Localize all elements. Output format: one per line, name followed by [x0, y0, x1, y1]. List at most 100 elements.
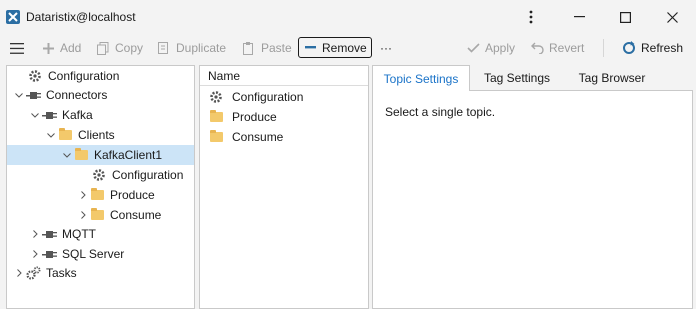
hamburger-menu-button[interactable] — [10, 36, 24, 60]
folder-icon — [208, 129, 224, 145]
tab-content-panel: Select a single topic. — [372, 90, 693, 309]
tree-item-mqtt[interactable]: MQTT — [7, 224, 194, 244]
toolbar: Add Copy Duplicate Paste Remove ··· Appl… — [0, 36, 696, 60]
tree-item-connectors[interactable]: Connectors — [7, 85, 194, 105]
gears-icon — [25, 265, 41, 281]
toolbar-divider — [603, 39, 604, 57]
tree-item-clients[interactable]: Clients — [7, 125, 194, 145]
list-item[interactable]: Configuration — [208, 87, 303, 107]
tree-item-label: MQTT — [62, 227, 96, 241]
copy-label: Copy — [115, 41, 144, 55]
window-title: Dataristix@localhost — [26, 10, 136, 24]
plug-icon — [41, 107, 57, 123]
tree-item-consume[interactable]: Consume — [7, 205, 194, 225]
chevron-down-icon[interactable] — [45, 129, 57, 141]
paste-button[interactable]: Paste — [242, 36, 292, 60]
kebab-menu-icon[interactable] — [518, 6, 544, 28]
app-logo-icon — [6, 10, 20, 24]
tree-item-label: KafkaClient1 — [94, 148, 163, 162]
paste-label: Paste — [261, 41, 292, 55]
paste-icon — [242, 41, 256, 55]
tree-item-label: Clients — [78, 128, 115, 142]
tree-item-tasks[interactable]: Tasks — [7, 263, 194, 283]
refresh-icon — [622, 41, 636, 55]
gear-icon — [208, 89, 224, 105]
refresh-button[interactable]: Refresh — [622, 36, 683, 60]
tab-topic-settings[interactable]: Topic Settings — [372, 65, 470, 91]
tree-item-configuration[interactable]: Configuration — [7, 66, 194, 86]
column-header-label: Name — [208, 68, 241, 83]
tree-item-produce[interactable]: Produce — [7, 185, 194, 205]
tree-item-kafkaclient1[interactable]: KafkaClient1 — [7, 145, 194, 165]
empty-state-message: Select a single topic. — [385, 105, 496, 119]
tree-item-sql-server[interactable]: SQL Server — [7, 244, 194, 264]
duplicate-button[interactable]: Duplicate — [157, 36, 226, 60]
tree-item-label: Produce — [110, 188, 155, 202]
gear-icon — [27, 68, 43, 84]
more-label: ··· — [380, 41, 392, 55]
duplicate-label: Duplicate — [176, 41, 227, 55]
remove-label: Remove — [322, 40, 367, 55]
title-bar: Dataristix@localhost — [0, 0, 696, 34]
duplicate-icon — [157, 41, 171, 55]
plug-icon — [25, 87, 41, 103]
add-label: Add — [60, 41, 82, 55]
tree-item-label: Connectors — [46, 88, 108, 102]
chevron-right-icon[interactable] — [29, 228, 41, 240]
add-button[interactable]: Add — [41, 36, 81, 60]
refresh-label: Refresh — [641, 41, 684, 55]
tree-item-label: Configuration — [112, 168, 184, 182]
copy-icon — [96, 41, 110, 55]
item-list: Name Configuration Produce Consume — [199, 65, 369, 309]
tree-item-kafka[interactable]: Kafka — [7, 105, 194, 125]
chevron-right-icon[interactable] — [13, 267, 25, 279]
tree-item-client-configuration[interactable]: Configuration — [7, 165, 194, 185]
tree-item-label: Kafka — [62, 108, 93, 122]
minus-icon — [303, 41, 317, 55]
copy-button[interactable]: Copy — [96, 36, 143, 60]
hamburger-icon — [10, 41, 24, 55]
list-item-label: Configuration — [232, 90, 304, 104]
tab-label: Topic Settings — [383, 71, 459, 86]
tree-item-label: Configuration — [48, 69, 120, 83]
plug-icon — [41, 226, 57, 242]
tree-item-label: Consume — [110, 208, 162, 222]
apply-label: Apply — [485, 41, 516, 55]
remove-button[interactable]: Remove — [298, 37, 372, 58]
list-item-label: Produce — [232, 110, 277, 124]
more-button[interactable]: ··· — [380, 36, 392, 60]
chevron-right-icon[interactable] — [77, 189, 89, 201]
maximize-icon[interactable] — [612, 6, 638, 28]
revert-button[interactable]: Revert — [530, 36, 584, 60]
tab-label: Tag Browser — [578, 71, 646, 85]
plug-icon — [41, 246, 57, 262]
revert-label: Revert — [549, 41, 585, 55]
chevron-down-icon[interactable] — [13, 89, 25, 101]
chevron-down-icon[interactable] — [61, 149, 73, 161]
navigation-tree: Configuration Connectors Kafka Clients K… — [6, 65, 195, 309]
column-header-name[interactable]: Name — [200, 66, 368, 86]
tab-tag-browser[interactable]: Tag Browser — [564, 65, 660, 91]
tree-item-label: SQL Server — [62, 247, 125, 261]
chevron-right-icon[interactable] — [77, 209, 89, 221]
checkmark-icon — [466, 41, 480, 55]
tab-tag-settings[interactable]: Tag Settings — [472, 65, 562, 91]
chevron-down-icon[interactable] — [29, 109, 41, 121]
close-icon[interactable] — [659, 6, 685, 28]
folder-icon — [89, 187, 105, 203]
gear-icon — [91, 167, 107, 183]
apply-button[interactable]: Apply — [466, 36, 515, 60]
list-item[interactable]: Produce — [208, 107, 277, 127]
folder-icon — [89, 207, 105, 223]
list-item[interactable]: Consume — [208, 127, 283, 147]
minimize-icon[interactable] — [566, 6, 592, 28]
tab-bar: Topic Settings Tag Settings Tag Browser — [372, 65, 693, 91]
folder-icon — [57, 127, 73, 143]
chevron-right-icon[interactable] — [29, 248, 41, 260]
tree-item-label: Tasks — [46, 266, 77, 280]
folder-icon — [208, 109, 224, 125]
undo-icon — [530, 41, 544, 55]
plus-icon — [41, 41, 55, 55]
list-item-label: Consume — [232, 130, 284, 144]
tab-label: Tag Settings — [483, 71, 551, 85]
